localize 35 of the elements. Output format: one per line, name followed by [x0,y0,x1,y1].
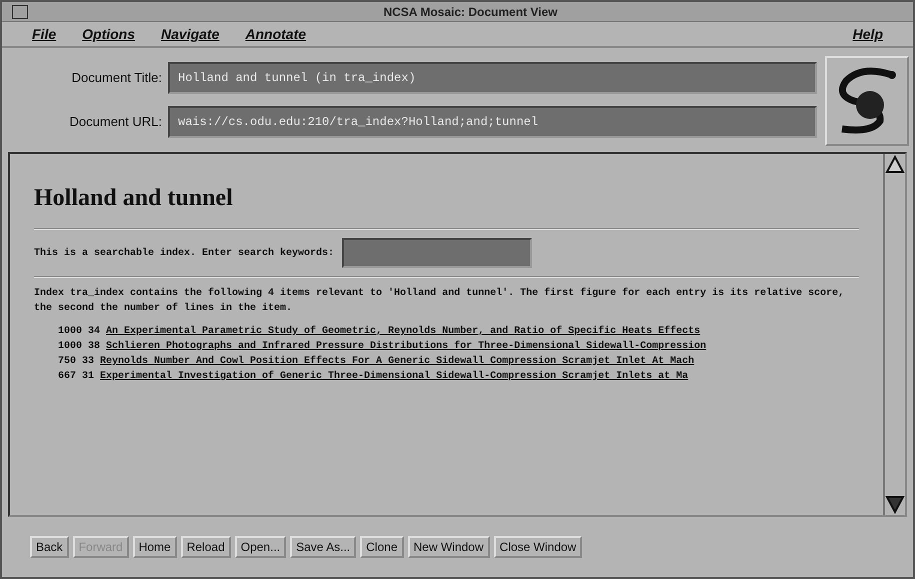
menu-item[interactable]: Options [82,24,136,44]
search-field[interactable] [342,238,532,268]
result-link[interactable]: An Experimental Parametric Study of Geometric, Reynolds Number, and Ratio of Specific Heats Effects [106,326,700,337]
window-menu-icon[interactable] [12,4,28,18]
toolbar-button[interactable]: Back [30,536,69,558]
intro-text: Index tra_index contains the following 4 items relevant to 'Holland and tunnel'. The first figure for each entry is its relative score, the second the number of lines in the item. [34,286,846,316]
result-score: 750 33 [58,356,96,367]
result-score: 667 31 [58,371,96,382]
window-title: NCSA Mosaic: Document View [382,4,559,20]
result-link[interactable]: Reynolds Number And Cowl Position Effects For A Generic Sidewall Compression Scramjet Inlet At Mach [100,356,694,367]
spinning-logo-icon [825,56,909,146]
result-link[interactable]: Schlieren Photographs and Infrared Pressure Distributions for Three-Dimensional Sidewall-Compression [106,341,706,352]
scroll-down-icon[interactable] [885,495,905,515]
toolbar-button[interactable]: Open... [234,536,286,558]
field-label: Document Title: [70,69,162,88]
field-label: Document URL: [68,113,162,132]
menu-item[interactable]: Navigate [161,24,220,44]
menu-item[interactable]: Help [852,24,883,44]
menu-item[interactable]: File [32,24,56,44]
toolbar-button[interactable]: Clone [360,536,404,558]
result-link[interactable]: Experimental Investigation of Generic Three-Dimensional Sidewall-Compression Scramjet Inlets at Ma [100,371,688,382]
result-score: 1000 38 [58,341,102,352]
toolbar-button[interactable]: Reload [180,536,231,558]
menu-item[interactable]: Annotate [245,24,306,44]
scrollbar[interactable] [883,154,905,515]
toolbar-button[interactable]: Home [132,536,177,558]
title-field[interactable]: Holland and tunnel (in tra_index) [168,62,817,94]
result-score: 1000 34 [58,326,102,337]
toolbar-button[interactable]: Close Window [494,536,582,558]
toolbar-button[interactable]: New Window [408,536,490,558]
search-prompt: This is a searchable index. Enter search keywords: [34,246,334,260]
toolbar-button[interactable]: Save As... [290,536,356,558]
scroll-up-icon[interactable] [885,154,905,174]
page-heading: Holland and tunnel [34,184,234,213]
url-field[interactable]: wais://cs.odu.edu:210/tra_index?Holland;and;tunnel [168,106,817,138]
